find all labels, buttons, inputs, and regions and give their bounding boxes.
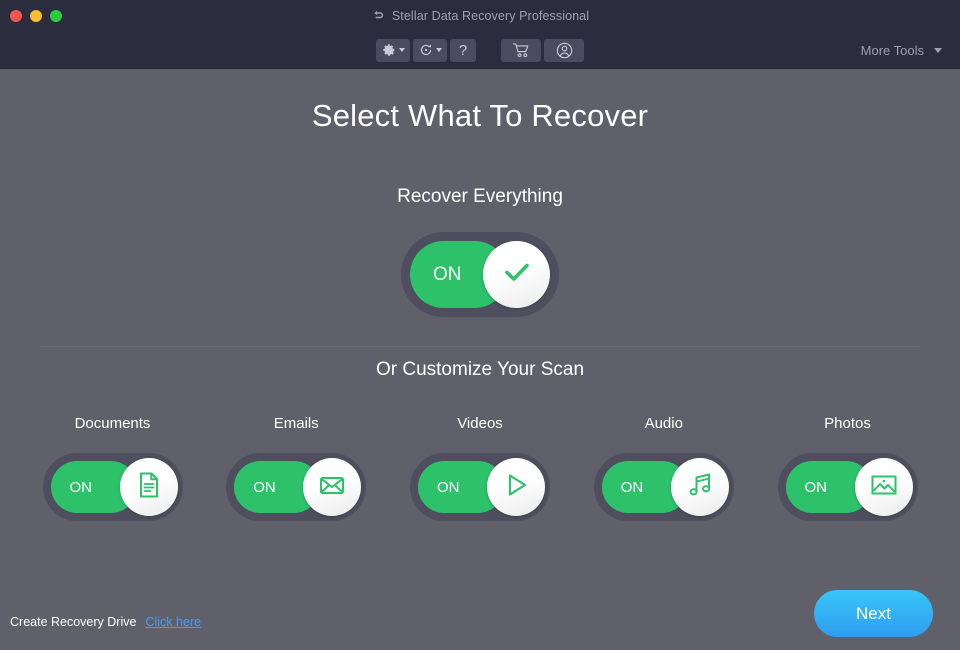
documents-toggle[interactable]: ON [42,453,183,521]
envelope-icon [317,470,347,505]
category-label: Audio [644,415,683,432]
more-tools-dropdown[interactable]: More Tools [861,32,942,68]
category-videos: Videos ON [398,415,563,521]
traffic-light-controls [10,10,62,22]
toggle-state-label: ON [437,478,460,496]
category-label: Photos [824,415,871,432]
toggle-state-label: ON [253,478,276,496]
category-label: Emails [273,415,319,432]
user-account-icon [556,42,573,59]
create-recovery-drive: Create Recovery Drive Click here [10,615,201,629]
toolbar-button-groups: ? [0,32,960,68]
category-photos: Photos ON [765,415,930,521]
recovery-drive-label: Create Recovery Drive [10,615,137,629]
back-arrow-icon [371,9,385,23]
account-button[interactable] [544,38,584,62]
toggle-knob [854,458,913,516]
music-note-icon [685,470,715,505]
app-title: Stellar Data Recovery Professional [391,9,590,23]
page-title: Select What To Recover [311,98,649,133]
shopping-cart-button[interactable] [501,38,541,62]
chevron-down-icon [934,47,942,53]
toggle-knob [670,458,729,516]
toggle-knob [303,458,362,516]
main-toolbar: ? More Tools [0,32,960,69]
photos-toggle[interactable]: ON [777,453,918,521]
toggle-state-label: ON [620,478,644,496]
section-divider [40,346,920,347]
audio-toggle[interactable]: ON [593,453,734,521]
help-button[interactable]: ? [450,38,476,62]
minimize-button[interactable] [30,10,42,22]
footer-bar: Create Recovery Drive Click here Next [0,580,960,650]
more-tools-label: More Tools [860,42,924,58]
toolbar-group-primary: ? [376,38,476,62]
close-button[interactable] [10,10,22,22]
toggle-state-label: ON [69,478,93,496]
toggle-state-label: ON [804,478,828,496]
history-clock-icon [419,43,433,57]
image-picture-icon [869,470,899,505]
category-documents: Documents ON [30,415,195,521]
window-titlebar: Stellar Data Recovery Professional [0,0,960,32]
toggle-knob [119,458,178,516]
window-title-group: Stellar Data Recovery Professional [0,0,960,32]
category-emails: Emails ON [214,415,379,521]
recover-everything-toggle-wrap: ON [0,232,960,317]
customize-scan-label: Or Customize Your Scan [375,359,585,380]
chevron-down-icon [435,48,442,52]
category-toggle-row: Documents ON Emails ON Videos ON Audio O… [0,415,960,521]
recover-everything-toggle[interactable]: ON [401,232,559,317]
videos-toggle[interactable]: ON [410,453,550,521]
emails-toggle[interactable]: ON [226,453,367,521]
next-button[interactable]: Next [814,590,933,637]
toggle-knob [483,241,550,308]
checkmark-icon [500,255,534,294]
toggle-state-label: ON [433,263,462,285]
maximize-button[interactable] [50,10,62,22]
toggle-knob [487,458,545,516]
recovery-drive-link[interactable]: Click here [145,615,201,629]
chevron-down-icon [398,48,405,52]
main-content: Select What To Recover Recover Everythin… [0,69,960,650]
document-icon [134,470,164,505]
play-triangle-icon [501,470,531,505]
category-audio: Audio ON [581,415,746,521]
settings-button[interactable] [376,38,410,62]
history-button[interactable] [413,38,447,62]
category-label: Documents [74,415,151,432]
shopping-cart-icon [512,42,531,58]
gear-icon [382,43,396,57]
question-mark-icon: ? [458,41,468,59]
recover-everything-label: Recover Everything [397,186,563,207]
toolbar-group-secondary [501,38,584,62]
category-label: Videos [457,415,503,432]
